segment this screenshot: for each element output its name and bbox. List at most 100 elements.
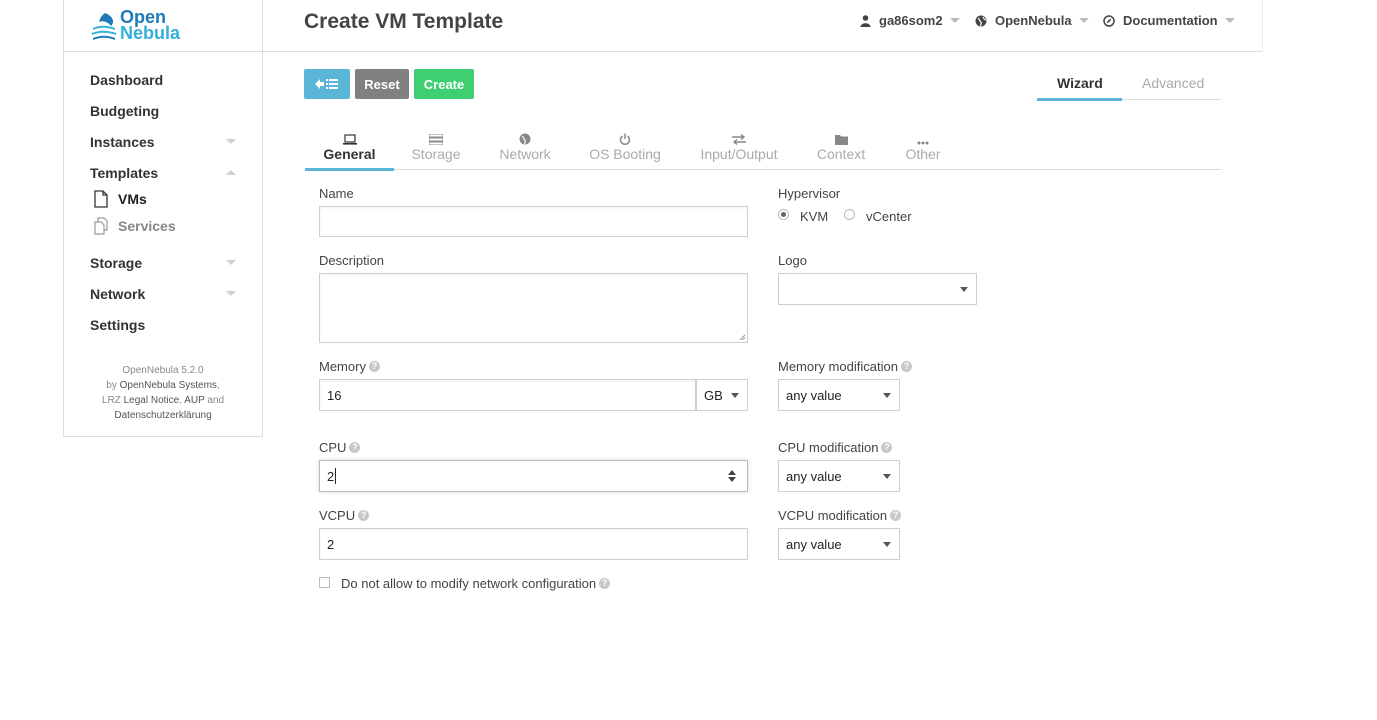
sidebar-item-label: Dashboard — [90, 72, 164, 88]
tab-label: Input/Output — [700, 146, 778, 162]
lrz-text: LRZ — [101, 395, 121, 406]
tab-general[interactable]: General — [305, 127, 394, 162]
vcpu-mod-label: VCPU modification? — [778, 508, 902, 523]
zone-menu[interactable]: OpenNebula — [974, 13, 1089, 28]
hypervisor-label: Hypervisor — [778, 186, 840, 201]
number-spinner[interactable] — [728, 470, 736, 482]
chevron-down-icon — [883, 393, 891, 398]
documentation-menu[interactable]: Documentation — [1102, 13, 1235, 28]
company-link[interactable]: OpenNebula Systems — [120, 380, 217, 391]
cpu-label-text: CPU — [319, 440, 347, 455]
name-label-text: Name — [319, 186, 354, 201]
tab-storage[interactable]: Storage — [403, 127, 469, 162]
description-textarea[interactable] — [319, 273, 748, 343]
cpu-label: CPU? — [319, 440, 361, 455]
power-icon — [619, 133, 631, 145]
network-lock-checkbox[interactable] — [319, 577, 330, 588]
tab-other[interactable]: Other — [896, 127, 950, 162]
help-icon[interactable]: ? — [881, 442, 893, 453]
create-button[interactable]: Create — [414, 69, 474, 99]
tab-network[interactable]: Network — [492, 127, 558, 162]
comma-text: , — [216, 380, 220, 391]
sidebar-item-instances[interactable]: Instances — [64, 130, 262, 161]
mode-tabs: Wizard Advanced — [1037, 70, 1221, 101]
sidebar-item-dashboard[interactable]: Dashboard — [64, 68, 262, 99]
privacy-link[interactable]: Datenschutzerklärung — [114, 410, 211, 421]
logo-select[interactable] — [778, 273, 977, 305]
help-icon[interactable]: ? — [599, 578, 611, 589]
name-label: Name — [319, 186, 354, 201]
chevron-down-icon[interactable] — [728, 477, 736, 482]
memory-unit-select[interactable]: GB — [696, 379, 748, 411]
user-menu[interactable]: ga86som2 — [858, 13, 960, 28]
sidebar-subitem-vms[interactable]: VMs — [64, 189, 262, 216]
vcpu-mod-select[interactable]: any value — [778, 528, 900, 560]
chevron-down-icon — [1078, 18, 1089, 23]
tab-label: General — [323, 146, 376, 162]
files-icon — [94, 217, 108, 235]
help-icon[interactable]: ? — [349, 442, 361, 453]
sidebar-item-storage[interactable]: Storage — [64, 251, 262, 282]
memory-mod-label: Memory modification? — [778, 359, 912, 374]
arrow-left-list-icon — [315, 79, 338, 89]
tab-advanced[interactable]: Advanced — [1142, 75, 1204, 91]
help-icon[interactable]: ? — [890, 510, 902, 521]
tab-label: Storage — [411, 146, 461, 162]
chevron-down-icon — [226, 260, 236, 265]
sidebar-item-label: Templates — [90, 165, 159, 181]
tab-wizard[interactable]: Wizard — [1057, 75, 1103, 91]
tab-label: Network — [499, 146, 551, 162]
chevron-down-icon — [883, 542, 891, 547]
sidebar-item-templates[interactable]: Templates — [64, 161, 262, 189]
chevron-down-icon — [226, 291, 236, 296]
help-icon[interactable]: ? — [368, 361, 380, 372]
topbar: Create VM Template ga86som2 OpenNebula D… — [263, 0, 1263, 52]
sidebar: Open Nebula Dashboard Budgeting Instance… — [63, 0, 263, 437]
reset-button[interactable]: Reset — [355, 69, 409, 99]
hypervisor-kvm-label[interactable]: KVM — [800, 209, 828, 224]
sidebar-item-budgeting[interactable]: Budgeting — [64, 99, 262, 130]
tab-context[interactable]: Context — [810, 127, 872, 162]
help-icon[interactable]: ? — [900, 361, 912, 372]
sidebar-subitem-services[interactable]: Services — [64, 216, 262, 251]
documentation-label: Documentation — [1123, 13, 1218, 28]
memory-label-text: Memory — [319, 359, 366, 374]
help-icon[interactable]: ? — [358, 510, 370, 521]
cpu-mod-label-text: CPU modification — [778, 440, 879, 455]
chevron-up-icon[interactable] — [728, 470, 736, 475]
chevron-down-icon — [949, 18, 960, 23]
sidebar-item-label: Storage — [90, 255, 143, 271]
hypervisor-label-text: Hypervisor — [778, 186, 841, 201]
user-name: ga86som2 — [879, 13, 943, 28]
resize-handle-icon[interactable] — [739, 334, 745, 340]
aup-link[interactable]: AUP — [184, 395, 204, 406]
name-input[interactable] — [319, 206, 748, 237]
cpu-mod-select[interactable]: any value — [778, 460, 900, 492]
legal-notice-link[interactable]: Legal Notice — [124, 395, 180, 406]
cpu-mod-label: CPU modification? — [778, 440, 893, 455]
chevron-down-icon — [226, 139, 236, 144]
sidebar-item-label: Settings — [90, 317, 146, 333]
logo[interactable]: Open Nebula — [64, 0, 262, 52]
vcpu-input[interactable]: 2 — [319, 528, 748, 560]
memory-input[interactable]: 16 — [319, 379, 696, 411]
back-to-list-button[interactable] — [304, 69, 350, 99]
hypervisor-kvm-radio[interactable] — [778, 209, 789, 220]
logo-text: Open Nebula — [120, 8, 180, 42]
memory-mod-value: any value — [786, 387, 842, 403]
hypervisor-vcenter-label[interactable]: vCenter — [866, 209, 912, 224]
sidebar-item-network[interactable]: Network — [64, 282, 262, 313]
tab-input-output[interactable]: Input/Output — [694, 127, 784, 162]
cpu-input[interactable]: 2 — [319, 460, 748, 492]
sidebar-item-settings[interactable]: Settings — [64, 313, 262, 344]
network-lock-label-text: Do not allow to modify network configura… — [341, 576, 597, 591]
hypervisor-vcenter-radio[interactable] — [844, 209, 855, 220]
description-label-text: Description — [319, 253, 385, 268]
chevron-up-icon — [226, 170, 236, 175]
version-text: OpenNebula 5.2.0 — [122, 365, 204, 376]
active-tab-indicator — [305, 168, 394, 171]
vcpu-label: VCPU? — [319, 508, 370, 523]
tab-os-booting[interactable]: OS Booting — [585, 127, 665, 162]
memory-mod-select[interactable]: any value — [778, 379, 900, 411]
memory-label: Memory? — [319, 359, 380, 374]
